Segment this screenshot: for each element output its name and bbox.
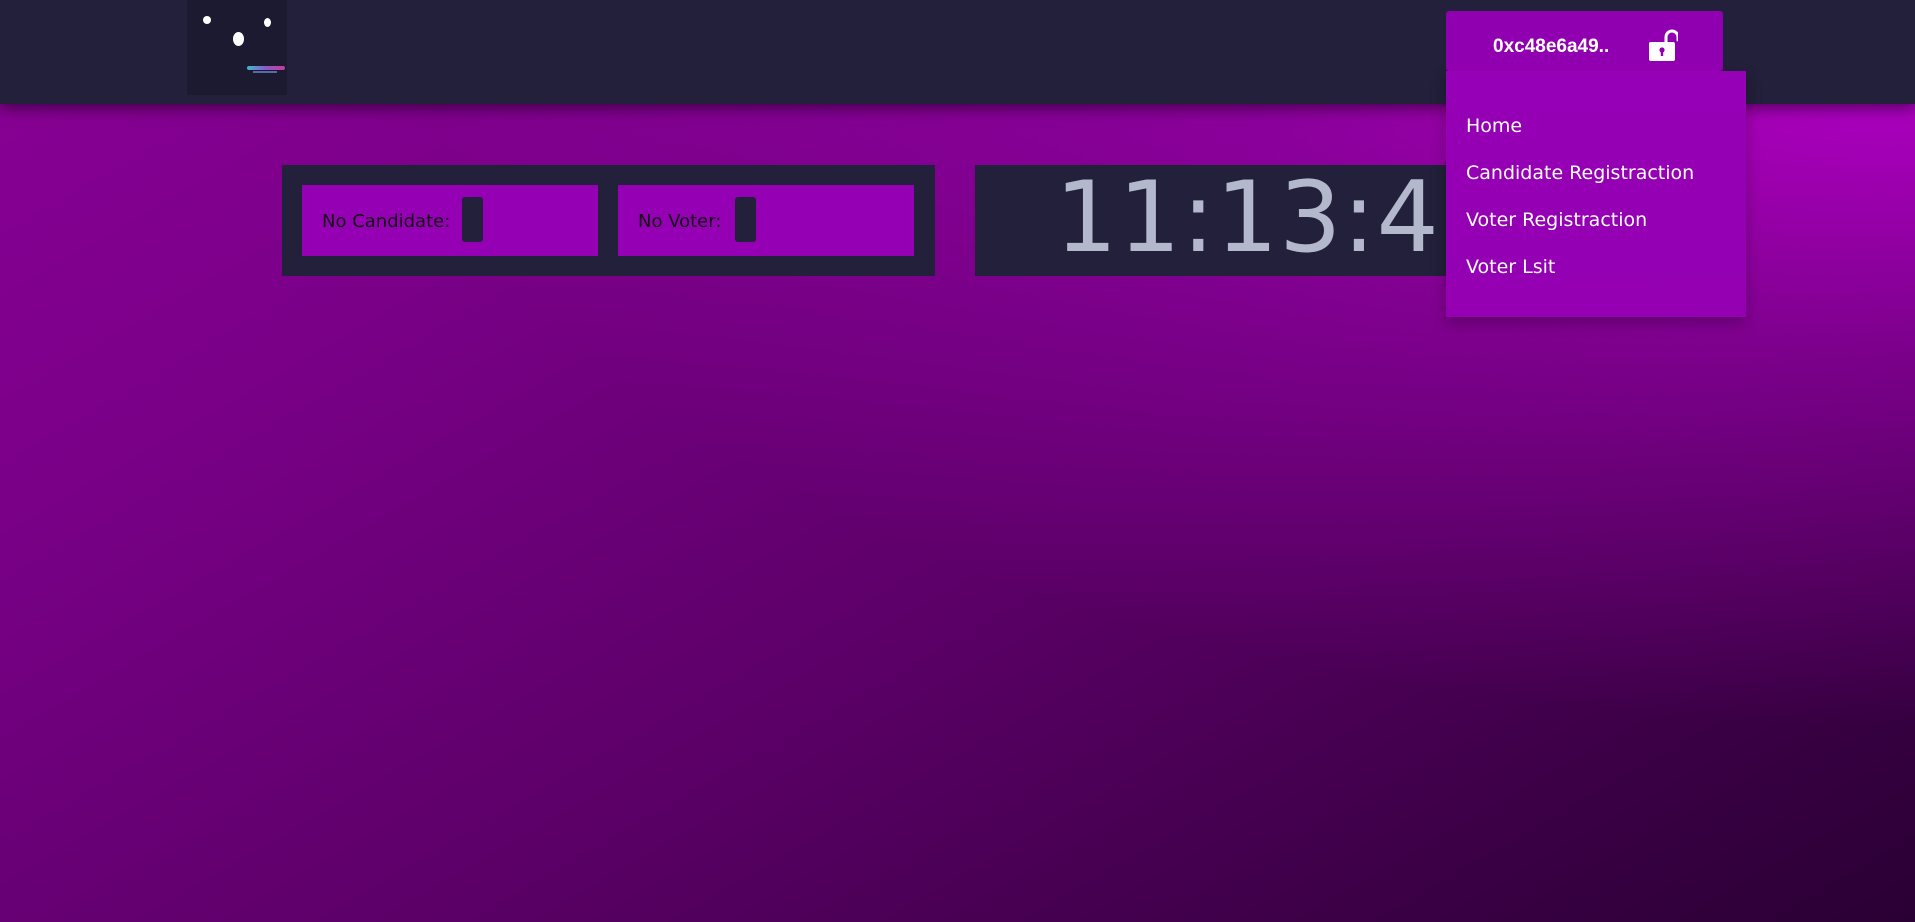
menu-item-voter-registration[interactable]: Voter Registraction [1466, 209, 1647, 231]
wallet-address: 0xc48e6a49.. [1493, 36, 1610, 57]
wallet-button[interactable]: 0xc48e6a49.. [1446, 11, 1723, 71]
voter-count-box: No Voter: [618, 185, 914, 256]
logo-dot [264, 18, 271, 27]
unlock-icon[interactable] [1648, 28, 1680, 62]
voter-count-label: No Voter: [638, 211, 722, 232]
logo[interactable] [187, 0, 287, 95]
candidate-count-label: No Candidate: [322, 211, 451, 232]
menu-item-home[interactable]: Home [1466, 115, 1522, 137]
clock-time: 11:13:46: [1055, 165, 1450, 275]
nav-dropdown-menu: Home Candidate Registraction Voter Regis… [1446, 71, 1746, 317]
voter-count-value [735, 197, 756, 242]
candidate-count-value [462, 197, 483, 242]
stats-panel: No Candidate: No Voter: [282, 165, 935, 276]
logo-streak [253, 71, 277, 73]
menu-item-candidate-registration[interactable]: Candidate Registraction [1466, 162, 1694, 184]
menu-item-voter-list[interactable]: Voter Lsit [1466, 256, 1555, 278]
clock-panel: 11:13:46: [975, 165, 1450, 276]
logo-dot [233, 32, 244, 46]
logo-streak [247, 66, 285, 70]
candidate-count-box: No Candidate: [302, 185, 598, 256]
logo-dot [203, 16, 211, 24]
